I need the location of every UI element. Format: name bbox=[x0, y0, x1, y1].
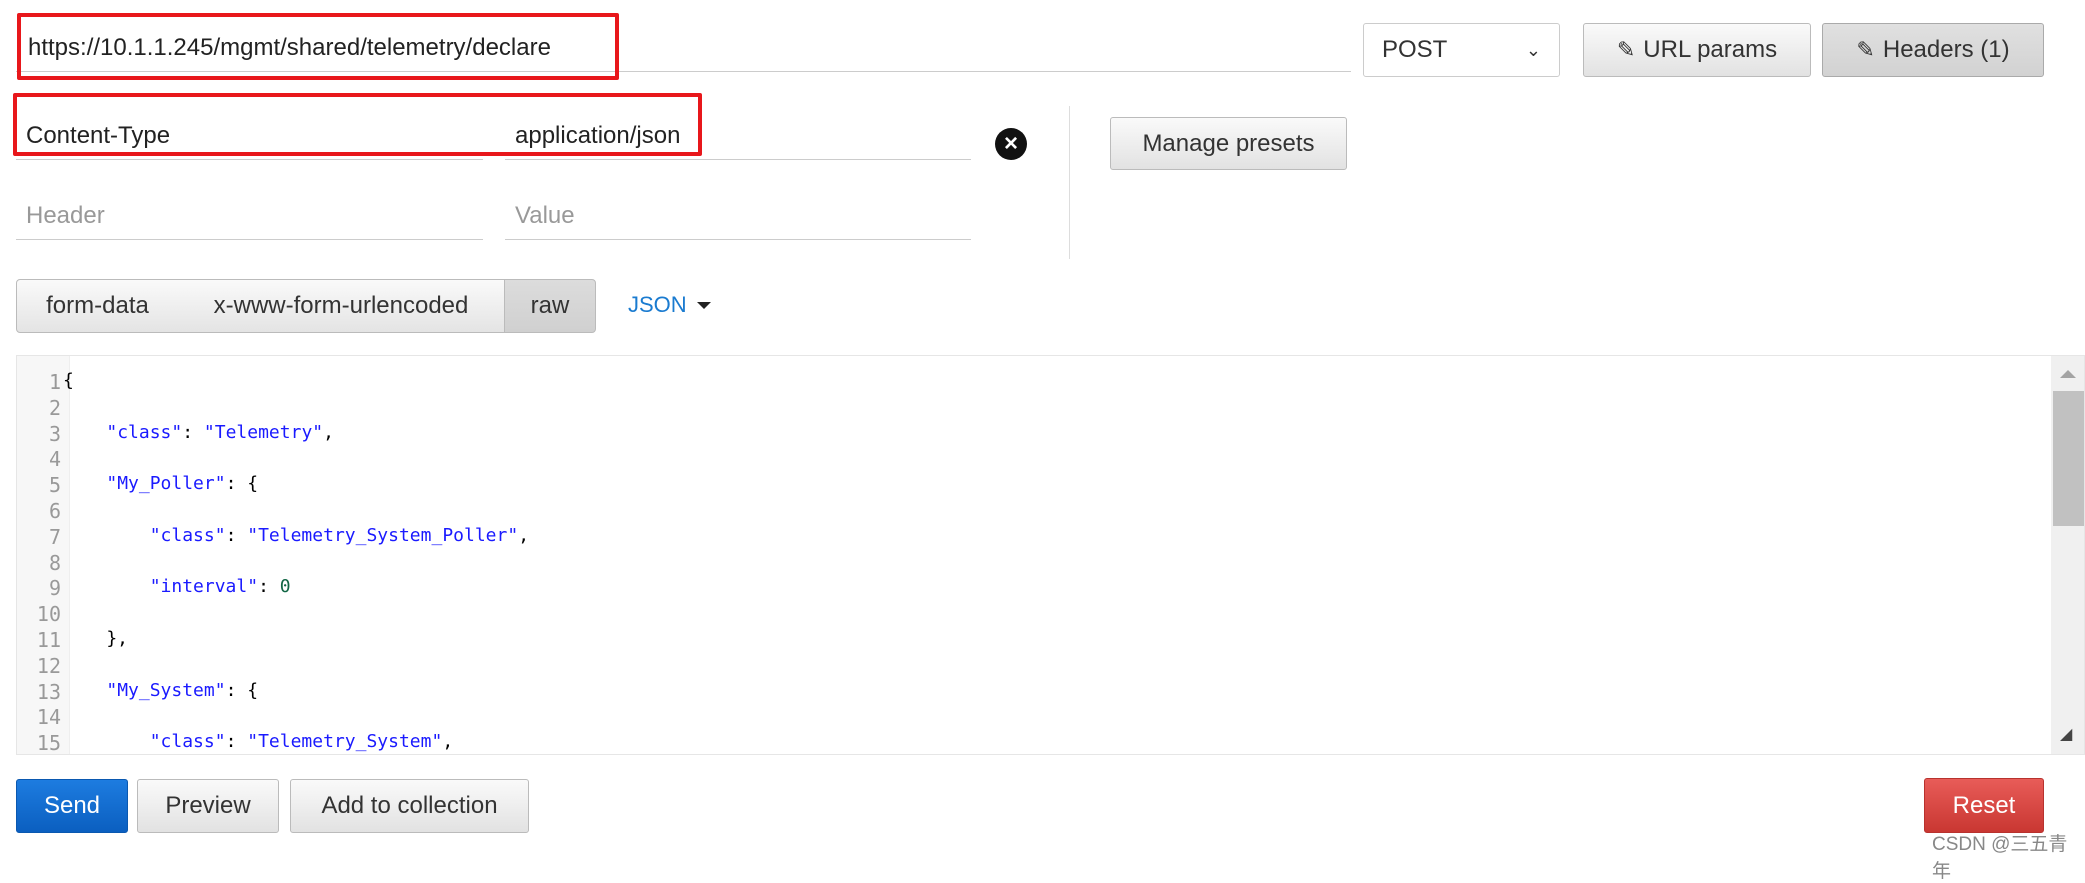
url-params-button[interactable]: ✎ URL params bbox=[1583, 23, 1811, 77]
line-number: 4 bbox=[48, 447, 61, 472]
scroll-up-icon[interactable] bbox=[2060, 370, 2076, 378]
line-number: 15 bbox=[36, 731, 61, 755]
highlight-box-header bbox=[13, 93, 702, 156]
code-line: "class": "Telemetry", bbox=[106, 421, 334, 443]
method-select[interactable]: POST ⌄ bbox=[1363, 23, 1560, 77]
chevron-down-icon: ⌄ bbox=[1525, 39, 1541, 60]
line-number: 2 bbox=[48, 395, 61, 420]
tab-form-data[interactable]: form-data bbox=[16, 279, 179, 333]
edit-icon: ✎ bbox=[1856, 37, 1875, 62]
tab-x-www-form-urlencoded[interactable]: x-www-form-urlencoded bbox=[178, 279, 505, 333]
line-number: 7 bbox=[48, 524, 61, 549]
reset-button[interactable]: Reset bbox=[1924, 778, 2044, 833]
remove-header-icon[interactable]: × bbox=[995, 128, 1027, 160]
url-params-label: URL params bbox=[1643, 36, 1778, 63]
headers-button[interactable]: ✎ Headers (1) bbox=[1822, 23, 2044, 77]
line-number: 6 bbox=[48, 499, 61, 523]
preview-button[interactable]: Preview bbox=[137, 779, 279, 833]
line-number: 1 bbox=[48, 370, 61, 394]
scrollbar[interactable]: ◢ bbox=[2051, 356, 2084, 754]
line-number: 5 bbox=[48, 473, 61, 498]
header-name-input-empty[interactable]: Header bbox=[16, 194, 483, 240]
format-label: JSON bbox=[628, 292, 687, 317]
line-number: 8 bbox=[48, 550, 61, 575]
add-to-collection-button[interactable]: Add to collection bbox=[290, 779, 529, 833]
line-number: 9 bbox=[48, 576, 61, 601]
line-number: 10 bbox=[36, 602, 61, 627]
code-line: "My_Poller": { bbox=[106, 473, 259, 495]
line-number: 12 bbox=[36, 653, 61, 678]
code-line: "class": "Telemetry_System", bbox=[149, 731, 454, 753]
send-button[interactable]: Send bbox=[16, 779, 128, 833]
tab-raw[interactable]: raw bbox=[504, 279, 596, 333]
caret-down-icon bbox=[696, 301, 711, 309]
header-value-input-empty[interactable]: Value bbox=[505, 194, 971, 240]
resize-handle-icon[interactable]: ◢ bbox=[2060, 724, 2072, 744]
divider bbox=[1069, 106, 1070, 259]
code-line: "class": "Telemetry_System_Poller", bbox=[149, 524, 530, 546]
line-number: 11 bbox=[36, 628, 61, 652]
line-number: 3 bbox=[48, 421, 61, 446]
headers-label: Headers (1) bbox=[1882, 36, 2010, 63]
method-value: POST bbox=[1382, 36, 1448, 63]
code-editor[interactable]: 1 2 3 4 5 6 7 8 9 10 11 12 13 14 15 { "class": "Teleme… bbox=[16, 355, 2085, 755]
format-dropdown[interactable]: JSON bbox=[628, 292, 711, 318]
code-line: }, bbox=[63, 628, 129, 649]
scrollbar-thumb[interactable] bbox=[2053, 391, 2084, 526]
line-number: 14 bbox=[36, 705, 61, 730]
watermark: CSDN @三五青年 bbox=[1932, 834, 2068, 882]
manage-presets-button[interactable]: Manage presets bbox=[1110, 117, 1347, 170]
code-line: "interval": 0 bbox=[149, 576, 291, 598]
code-line: { bbox=[63, 370, 74, 391]
code-line: "My_System": { bbox=[106, 679, 259, 701]
line-number: 13 bbox=[36, 679, 61, 704]
highlight-box-url bbox=[17, 13, 619, 80]
edit-icon: ✎ bbox=[1616, 37, 1636, 62]
